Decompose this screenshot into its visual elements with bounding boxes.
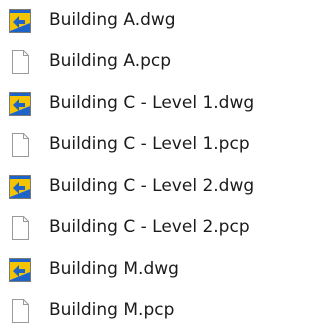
file-name: Building A.pcp: [49, 51, 172, 71]
blank-file-icon: [9, 133, 31, 157]
file-item-building-m-dwg[interactable]: Building M.dwg: [0, 249, 307, 289]
blank-file-icon: [9, 50, 31, 74]
blank-file-icon: [9, 216, 31, 240]
file-name: Building C - Level 1.dwg: [49, 93, 255, 113]
file-item-building-m-pcp[interactable]: Building M.pcp: [0, 290, 307, 330]
blank-file-icon: [9, 299, 31, 323]
file-item-building-a-dwg[interactable]: Building A.dwg: [0, 0, 307, 40]
file-name: Building C - Level 1.pcp: [49, 134, 250, 154]
file-name: Building C - Level 2.pcp: [49, 217, 250, 237]
file-list: Building A.dwg Building A.pcp Building C…: [0, 0, 307, 335]
file-item-building-c-level-1-pcp[interactable]: Building C - Level 1.pcp: [0, 124, 307, 164]
file-name: Building M.pcp: [49, 300, 175, 320]
file-item-building-c-level-2-pcp[interactable]: Building C - Level 2.pcp: [0, 207, 307, 247]
dwg-file-icon: [9, 258, 31, 282]
dwg-file-icon: [9, 175, 31, 199]
file-name: Building A.dwg: [49, 10, 176, 30]
file-name: Building M.dwg: [49, 259, 179, 279]
file-item-building-a-pcp[interactable]: Building A.pcp: [0, 41, 307, 81]
file-item-building-c-level-1-dwg[interactable]: Building C - Level 1.dwg: [0, 83, 307, 123]
dwg-file-icon: [9, 92, 31, 116]
file-name: Building C - Level 2.dwg: [49, 176, 255, 196]
dwg-file-icon: [9, 9, 31, 33]
file-item-building-c-level-2-dwg[interactable]: Building C - Level 2.dwg: [0, 166, 307, 206]
